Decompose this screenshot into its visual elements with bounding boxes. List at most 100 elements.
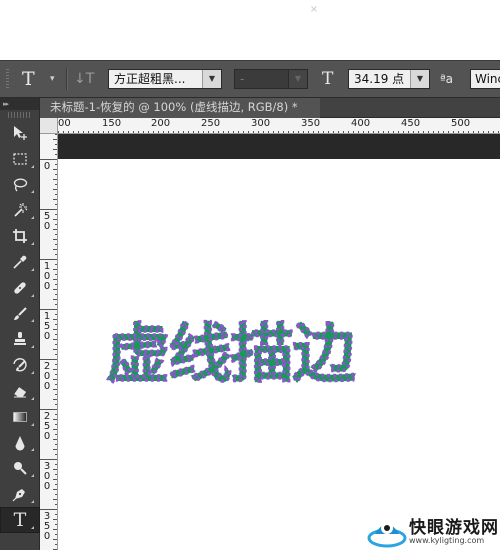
- lasso-tool[interactable]: [0, 172, 40, 198]
- blur-tool[interactable]: [0, 430, 40, 456]
- tool-group-indicator: [31, 422, 34, 426]
- document-tab[interactable]: 未标题-1-恢复的 @ 100% (虚线描边, RGB/8) *: [40, 98, 320, 118]
- ruler-label: 400: [351, 118, 371, 129]
- crop-tool[interactable]: [0, 223, 40, 249]
- text-orientation-icon[interactable]: ↓T: [74, 67, 96, 91]
- tool-preset-picker[interactable]: T ▾: [22, 66, 62, 92]
- document-canvas[interactable]: 虚线描边: [58, 159, 500, 550]
- font-family-value: 方正超粗黑...: [114, 72, 186, 86]
- watermark-title: 快眼游戏网: [409, 518, 499, 538]
- tool-group-indicator: [31, 164, 34, 168]
- blur-drop-icon: [15, 435, 25, 451]
- font-size-value: 34.19 点: [354, 72, 405, 86]
- ruler-label: 2 5 0: [43, 411, 51, 442]
- tool-group-indicator: [31, 293, 34, 297]
- tool-group-indicator: [31, 370, 34, 374]
- gradient-icon: [13, 411, 27, 422]
- type-tool-icon: T: [22, 68, 35, 90]
- text-layer: 虚线描边: [105, 317, 360, 393]
- pasteboard: [58, 134, 500, 159]
- tool-group-indicator: [31, 474, 34, 478]
- site-watermark: 快眼游戏网 www.kyligting.com: [365, 510, 500, 550]
- tool-group-indicator: [31, 499, 34, 503]
- tool-group-indicator: [31, 448, 34, 452]
- healing-brush-tool[interactable]: [0, 275, 40, 301]
- stamp-icon: [14, 332, 26, 346]
- antialias-select[interactable]: Winc: [470, 69, 500, 89]
- ruler-label: 350: [301, 118, 321, 129]
- font-size-icon: T: [322, 69, 334, 89]
- marquee-tool[interactable]: [0, 146, 40, 172]
- vertical-ruler[interactable]: 0 5 0 1 0 0 1 5 0 2 0 0 2 5 0 3 0 0 3 5 …: [40, 134, 58, 550]
- watermark-logo-icon: [367, 522, 407, 548]
- eyedropper-icon: [13, 255, 27, 269]
- tool-group-indicator: [31, 241, 34, 245]
- magic-wand-icon: [14, 203, 28, 218]
- dodge-icon: [14, 462, 27, 476]
- chevron-down-icon: ▼: [288, 70, 307, 88]
- magic-wand-tool[interactable]: [0, 197, 40, 223]
- font-family-select[interactable]: 方正超粗黑... ▼: [108, 69, 222, 89]
- document-tab-title: 未标题-1-恢复的 @ 100% (虚线描边, RGB/8) *: [50, 100, 298, 114]
- pen-tool[interactable]: [0, 481, 40, 507]
- top-blank-area: [0, 0, 500, 60]
- collapse-panel-button[interactable]: ▸▸: [0, 98, 39, 110]
- marquee-icon: [13, 153, 27, 165]
- font-style-select[interactable]: - ▼: [234, 69, 308, 89]
- horizontal-ruler[interactable]: 00 150 200 250 300 350 400 450 500: [58, 118, 500, 134]
- panel-grip[interactable]: [8, 112, 31, 118]
- pen-icon: [12, 489, 25, 502]
- tool-group-indicator: [31, 345, 34, 349]
- type-tool[interactable]: T: [0, 506, 40, 533]
- chevron-down-icon: ▼: [410, 70, 429, 88]
- separator: [66, 68, 68, 90]
- brush-tool[interactable]: [0, 301, 40, 327]
- dodge-tool[interactable]: [0, 455, 40, 481]
- chevron-down-icon: ▾: [50, 74, 55, 84]
- ruler-label: 3 5 0: [43, 511, 51, 542]
- ruler-label: 5 0: [43, 211, 51, 232]
- tool-group-indicator: [31, 216, 34, 220]
- ruler-label: 200: [151, 118, 171, 129]
- close-tab-button[interactable]: ×: [307, 0, 321, 20]
- move-icon: [14, 126, 27, 140]
- eraser-icon: [14, 387, 27, 398]
- ruler-origin[interactable]: [40, 118, 58, 134]
- horizontal-ruler-ticks: [58, 131, 499, 133]
- brush-icon: [14, 306, 27, 320]
- options-bar-grip[interactable]: [6, 69, 9, 89]
- ruler-label: 500: [451, 118, 471, 129]
- history-brush-tool[interactable]: [0, 352, 40, 378]
- crop-icon: [13, 229, 27, 244]
- ruler-label: 00: [58, 118, 71, 129]
- font-style-value: -: [240, 72, 245, 86]
- type-icon: T: [13, 508, 27, 531]
- tools-panel: ▸▸ T: [0, 98, 40, 550]
- chevron-down-icon: ▼: [202, 70, 221, 88]
- bandage-icon: [14, 282, 26, 294]
- font-size-select[interactable]: 34.19 点 ▼: [348, 69, 430, 89]
- lasso-icon: [13, 178, 28, 192]
- ruler-label: 1 0 0: [43, 261, 51, 292]
- eraser-tool[interactable]: [0, 378, 40, 404]
- ruler-label: 450: [401, 118, 421, 129]
- history-brush-icon: [13, 358, 27, 372]
- ruler-label: 150: [102, 118, 122, 129]
- tool-group-indicator: [31, 267, 34, 271]
- watermark-url: www.kyligting.com: [409, 536, 485, 545]
- document-tab-bar: 未标题-1-恢复的 @ 100% (虚线描边, RGB/8) *: [40, 98, 500, 118]
- tool-group-indicator: [31, 190, 34, 194]
- tool-group-indicator: [31, 319, 34, 323]
- ruler-label: 3 0 0: [43, 461, 51, 492]
- options-bar: T ▾ ↓T 方正超粗黑... ▼ - ▼ T 34.19 点 ▼ ªa Win…: [0, 60, 500, 98]
- ruler-label: 300: [251, 118, 271, 129]
- dashed-outline-text: 虚线描边: [106, 318, 357, 392]
- ruler-label: 1 5 0: [43, 311, 51, 342]
- clone-stamp-tool[interactable]: [0, 326, 40, 352]
- gradient-tool[interactable]: [0, 404, 40, 430]
- ruler-label: 0: [43, 161, 51, 172]
- move-tool[interactable]: [0, 120, 40, 146]
- eyedropper-tool[interactable]: [0, 249, 40, 275]
- ruler-label: 2 0 0: [43, 361, 51, 392]
- antialias-icon: ªa: [440, 72, 454, 86]
